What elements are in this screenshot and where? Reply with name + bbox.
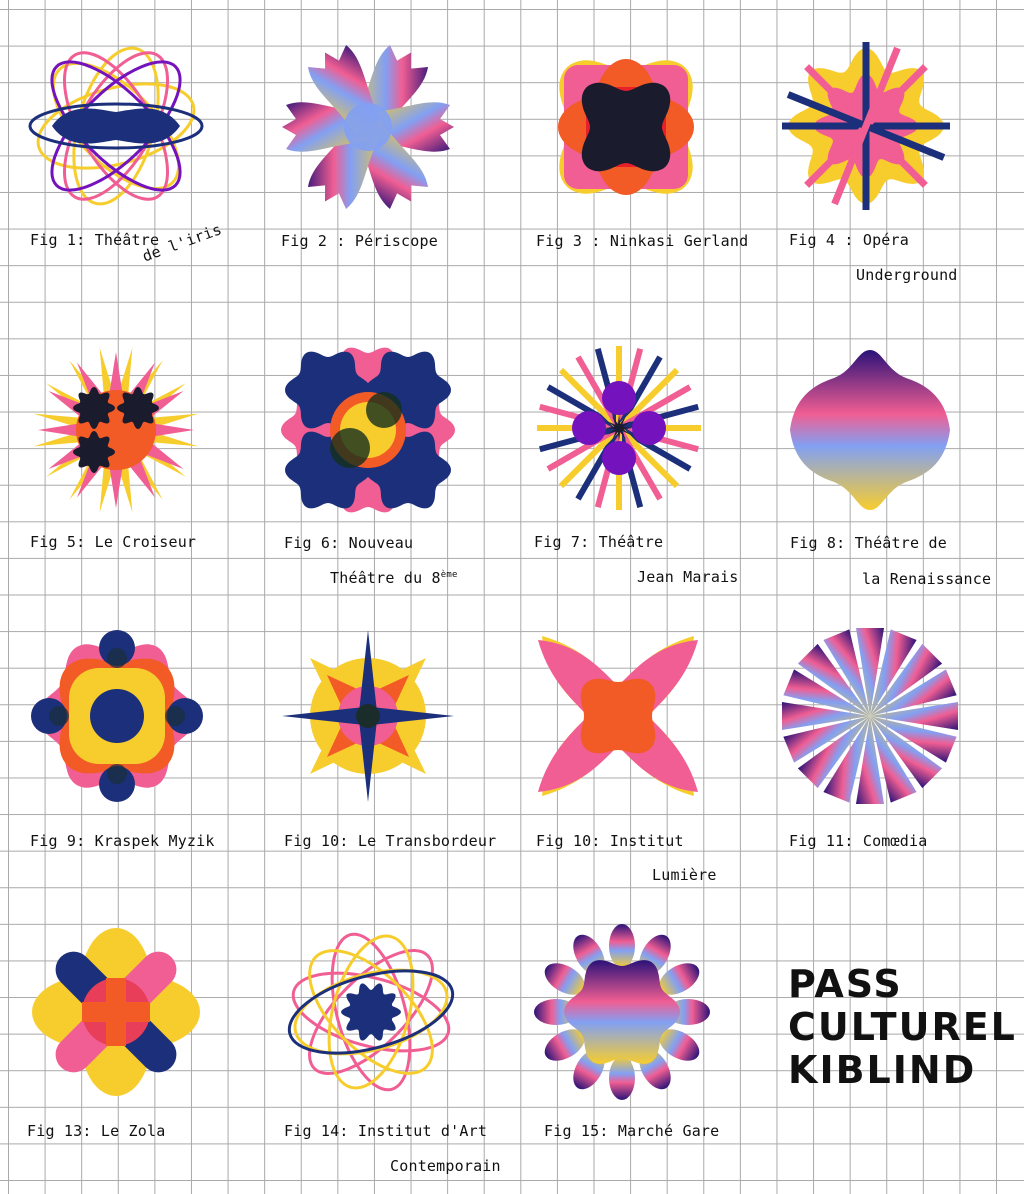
figure-7-graphic <box>537 346 701 510</box>
fig7-caption-line2: Jean Marais <box>637 568 739 586</box>
fig10b-caption-line1: Fig 10: Institut <box>536 832 684 850</box>
figure-10-graphic <box>282 630 454 802</box>
fig8-caption-line2: la Renaissance <box>862 570 992 588</box>
figure-14-graphic <box>287 932 455 1092</box>
fig11-caption: Fig 11: Comœdia <box>789 832 928 850</box>
figure-9-graphic <box>31 630 203 802</box>
fig6-caption-line1: Fig 6: Nouveau <box>284 534 414 552</box>
figure-5-graphic <box>33 347 199 513</box>
fig1-caption-line1: Fig 1: Théâtre <box>30 231 160 249</box>
fig6-caption-line2: Théâtre du 8ème <box>330 569 458 587</box>
fig14-caption-line1: Fig 14: Institut d'Art <box>284 1122 488 1140</box>
fig10-caption: Fig 10: Le Transbordeur <box>284 832 497 850</box>
fig3-caption: Fig 3 : Ninkasi Gerland <box>536 232 749 250</box>
figure-11-graphic <box>538 636 698 796</box>
title-line-3: KIBLIND <box>788 1048 977 1092</box>
figure-13-graphic <box>32 928 200 1096</box>
fig7-caption-line1: Fig 7: Théâtre <box>534 533 664 551</box>
fig9-caption: Fig 9: Kraspek Myzik <box>30 832 215 850</box>
fig4-caption-line1: Fig 4 : Opéra <box>789 231 909 249</box>
title-line-1: PASS <box>788 962 903 1006</box>
figure-8-graphic <box>790 350 950 510</box>
figure-4-graphic <box>782 42 950 210</box>
figure-3-graphic <box>558 59 694 195</box>
title-line-2: CULTUREL <box>788 1005 1017 1049</box>
fig13-caption: Fig 13: Le Zola <box>27 1122 166 1140</box>
figure-1-graphic <box>28 46 204 206</box>
fig4-caption-line2: Underground <box>856 266 958 284</box>
figure-2-graphic <box>282 44 454 210</box>
fig2-caption: Fig 2 : Périscope <box>281 232 438 250</box>
fig15-caption: Fig 15: Marché Gare <box>544 1122 720 1140</box>
fig8-caption-line1: Fig 8: Théâtre de <box>790 534 947 552</box>
figure-6-graphic <box>281 347 455 513</box>
fig5-caption: Fig 5: Le Croiseur <box>30 533 197 551</box>
fig14-caption-line2: Contemporain <box>390 1157 501 1175</box>
fig10b-caption-line2: Lumière <box>652 866 717 884</box>
figure-15-graphic <box>534 924 710 1100</box>
pass-culturel-kiblind-title: PASS CULTUREL KIBLIND <box>788 963 1017 1092</box>
figure-12-graphic <box>782 628 958 804</box>
